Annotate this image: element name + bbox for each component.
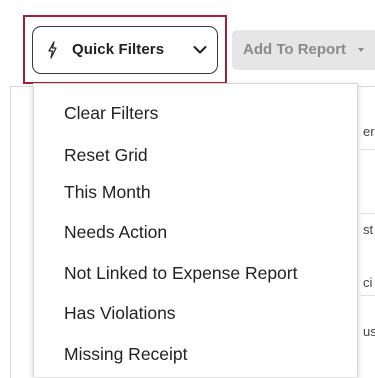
grid-cell-fragment: st xyxy=(363,222,374,237)
grid-row-divider xyxy=(361,213,375,214)
menu-item-reset-grid[interactable]: Reset Grid xyxy=(64,145,148,166)
menu-item-not-linked-to-expense-report[interactable]: Not Linked to Expense Report xyxy=(64,263,297,284)
grid-cell-fragment: ci xyxy=(363,275,373,290)
quick-filters-button[interactable]: Quick Filters xyxy=(32,26,218,74)
menu-item-needs-action[interactable]: Needs Action xyxy=(64,222,167,243)
grid-row-divider xyxy=(361,295,375,296)
add-to-report-button[interactable]: Add To Report xyxy=(232,30,375,70)
grid-cell-fragment: erc xyxy=(363,124,375,139)
menu-item-clear-filters[interactable]: Clear Filters xyxy=(64,103,158,124)
lightning-icon xyxy=(48,41,57,59)
menu-item-this-month[interactable]: This Month xyxy=(64,182,151,203)
menu-item-has-violations[interactable]: Has Violations xyxy=(64,303,176,324)
grid-cell-fragment: us xyxy=(363,324,375,339)
chevron-down-icon xyxy=(193,46,207,54)
caret-down-icon xyxy=(358,48,364,52)
quick-filters-menu: Clear Filters Reset Grid This Month Need… xyxy=(33,83,358,377)
add-to-report-label: Add To Report xyxy=(243,41,347,58)
quick-filters-label: Quick Filters xyxy=(72,41,165,58)
grid-row-divider xyxy=(361,149,375,150)
menu-item-missing-receipt[interactable]: Missing Receipt xyxy=(64,344,188,365)
